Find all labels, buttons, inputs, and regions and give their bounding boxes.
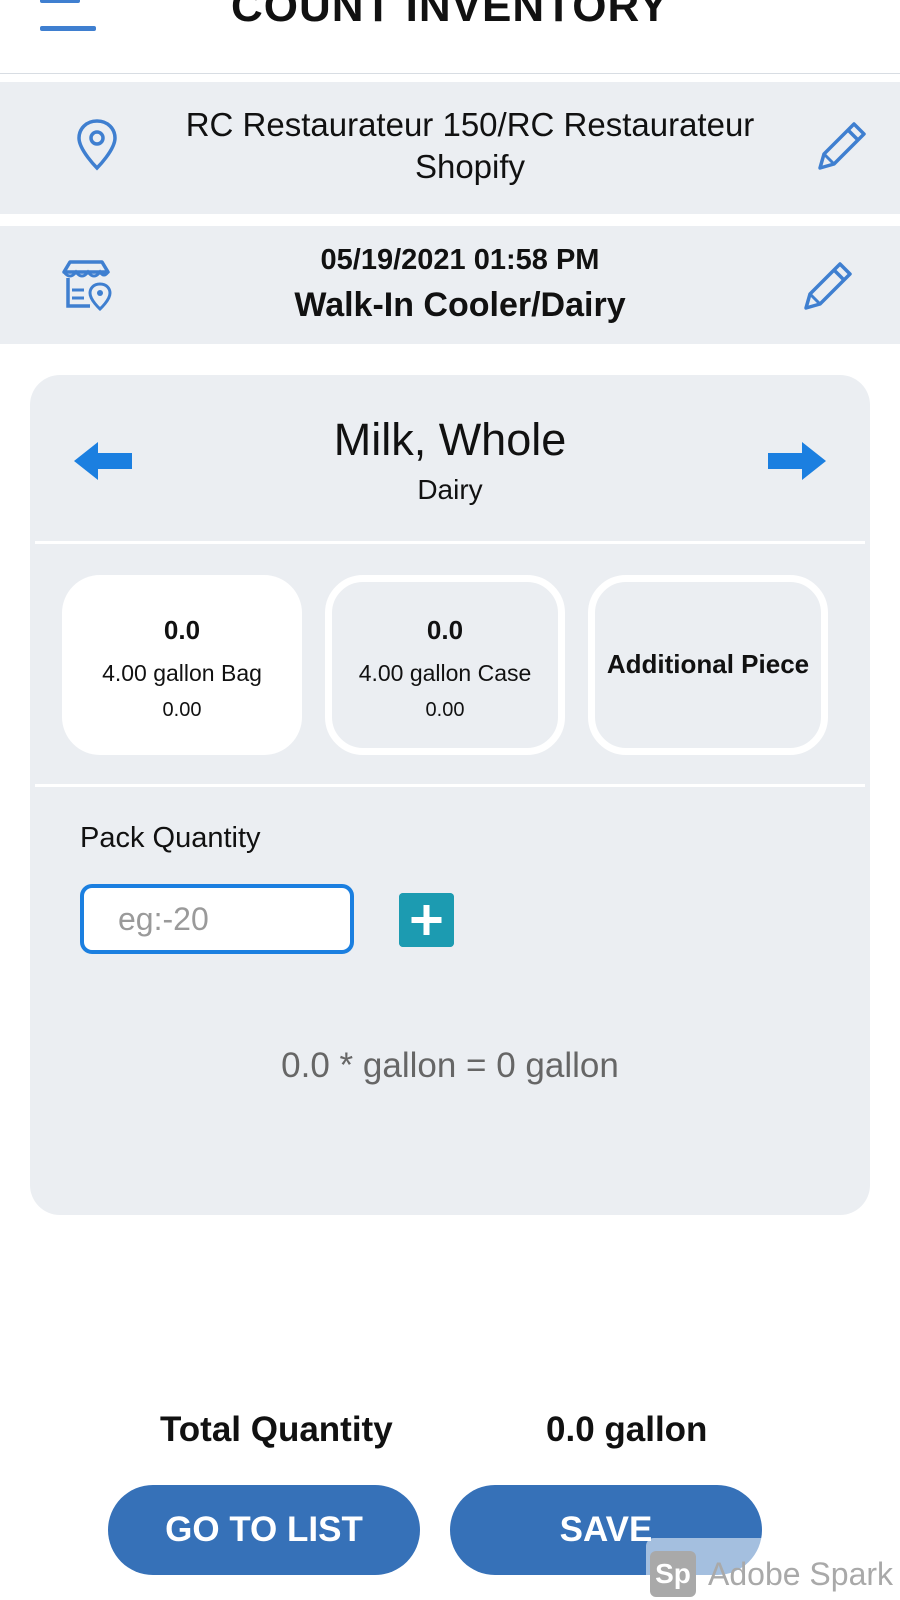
uom-label: Additional Piece <box>606 649 810 679</box>
pack-quantity-input[interactable] <box>80 884 354 954</box>
location-pin-icon <box>77 119 117 171</box>
uom-count: 0.0 <box>426 615 464 645</box>
quantity-calculation: 0.0 * gallon = 0 gallon <box>281 1046 619 1085</box>
uom-label: 4.00 gallon Bag <box>102 660 262 686</box>
adobe-spark-logo-icon: Sp <box>650 1551 696 1597</box>
watermark-text: Adobe Spark <box>708 1556 894 1592</box>
card-divider <box>35 541 865 544</box>
location-name: RC Restaurateur 150/RC Restaurateur Shop… <box>185 106 755 185</box>
previous-item-arrow-icon[interactable] <box>74 440 132 482</box>
add-quantity-plus-button[interactable] <box>399 893 454 947</box>
uom-tile-additional-piece[interactable]: Additional Piece <box>588 575 828 755</box>
item-category: Dairy <box>417 474 483 505</box>
go-to-list-button[interactable]: GO TO LIST <box>108 1485 420 1575</box>
uom-value: 0.00 <box>162 699 202 721</box>
total-quantity-label: Total Quantity <box>160 1410 393 1449</box>
card-divider <box>35 784 865 787</box>
app-header: COUNT INVENTORY <box>0 0 900 74</box>
edit-storage-pencil-icon[interactable] <box>800 258 856 314</box>
edit-location-pencil-icon[interactable] <box>814 118 870 174</box>
pack-quantity-label: Pack Quantity <box>80 822 261 854</box>
count-datetime: 05/19/2021 01:58 PM <box>320 244 600 276</box>
next-item-arrow-icon[interactable] <box>768 440 826 482</box>
page-title: COUNT INVENTORY <box>231 0 669 31</box>
store-location-icon <box>62 260 112 312</box>
total-quantity-value: 0.0 gallon <box>546 1410 708 1449</box>
item-name: Milk, Whole <box>333 414 567 465</box>
uom-value: 0.00 <box>425 699 465 721</box>
uom-label: 4.00 gallon Case <box>358 660 532 686</box>
uom-count: 0.0 <box>163 615 201 645</box>
storage-area-name: Walk-In Cooler/Dairy <box>294 286 626 324</box>
uom-tile-case[interactable]: 0.0 4.00 gallon Case 0.00 <box>325 575 565 755</box>
uom-tile-bag[interactable]: 0.0 4.00 gallon Bag 0.00 <box>62 575 302 755</box>
